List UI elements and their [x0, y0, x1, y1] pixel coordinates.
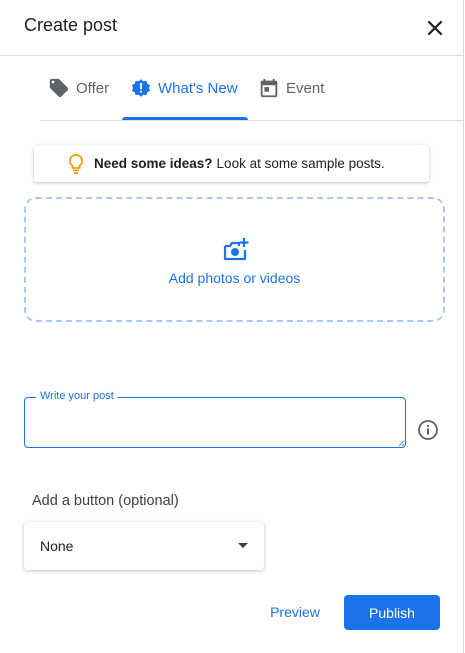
tab-whats-new[interactable]: What's New: [130, 56, 238, 120]
tab-offer-label: Offer: [76, 79, 110, 97]
tab-offer[interactable]: Offer: [48, 56, 109, 120]
add-button-label: Add a button (optional): [32, 493, 179, 509]
dialog-header: Create post: [0, 0, 464, 56]
preview-button[interactable]: Preview: [256, 595, 334, 629]
tag-icon: [49, 78, 69, 98]
dialog-title: Create post: [24, 15, 118, 35]
ideas-heading: Need some ideas?: [94, 156, 213, 171]
active-tab-indicator: [122, 117, 248, 120]
close-icon: [427, 20, 443, 36]
post-text-input[interactable]: [24, 397, 406, 448]
tab-whats-new-label: What's New: [158, 79, 238, 97]
tab-event-label: Event: [286, 79, 325, 97]
post-type-tabs: Offer What's New Event: [40, 56, 464, 121]
add-media-dropzone[interactable]: Add photos or videos: [24, 197, 445, 322]
publish-button[interactable]: Publish: [344, 595, 440, 630]
info-icon[interactable]: [417, 419, 439, 441]
post-field-label: Write your post: [36, 390, 118, 402]
add-photo-icon: [223, 238, 249, 261]
new-badge-icon: [132, 79, 150, 97]
button-type-select[interactable]: None: [24, 522, 264, 570]
resize-handle-icon[interactable]: [398, 440, 405, 447]
ideas-link: Look at some sample posts.: [216, 156, 385, 171]
add-media-label: Add photos or videos: [168, 270, 301, 286]
button-type-value: None: [40, 538, 74, 554]
dropdown-arrow-icon: [238, 543, 248, 548]
tab-event[interactable]: Event: [258, 56, 324, 120]
calendar-icon: [260, 78, 278, 98]
close-button[interactable]: [423, 16, 447, 40]
create-post-dialog: Create post Offer What's New Event Need …: [0, 0, 464, 653]
lightbulb-icon: [69, 154, 83, 174]
sample-posts-banner[interactable]: Need some ideas? Look at some sample pos…: [34, 145, 429, 182]
